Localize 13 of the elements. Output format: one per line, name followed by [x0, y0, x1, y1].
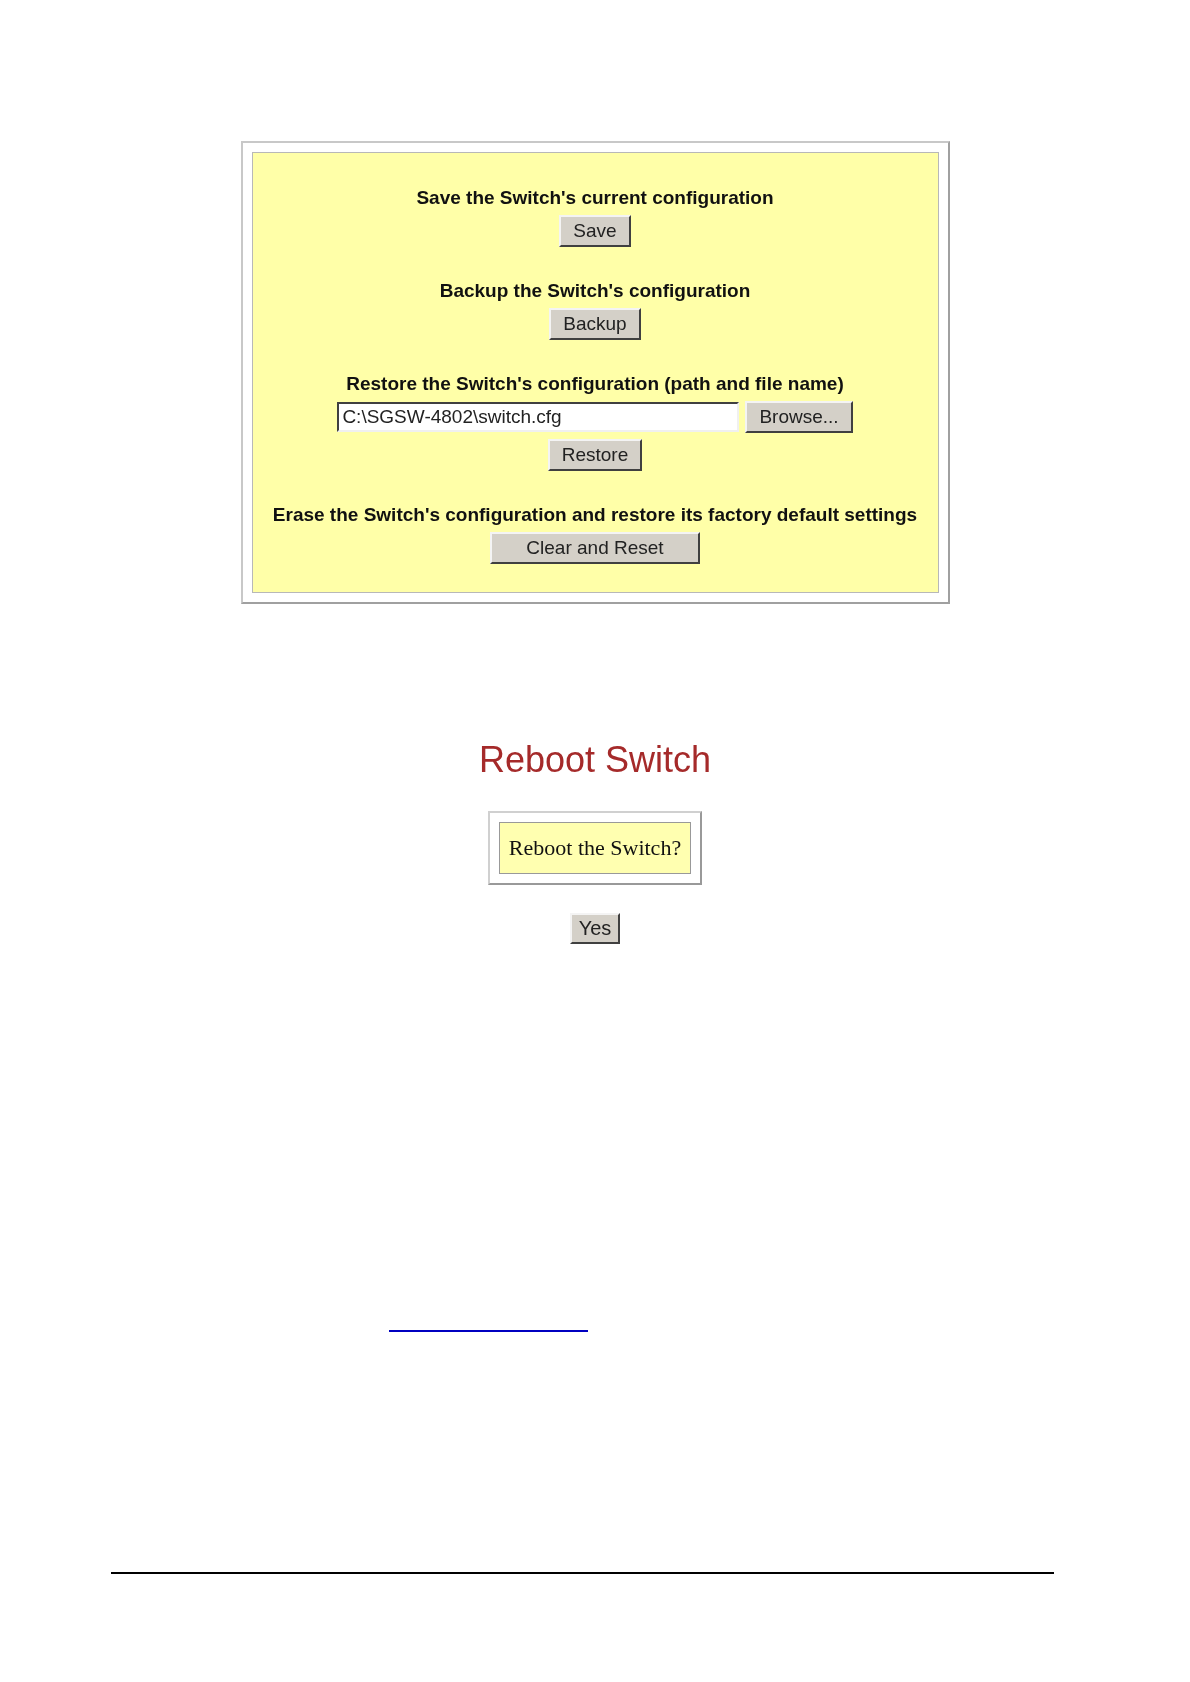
- section-label: Save the Switch's current configuration: [416, 187, 774, 209]
- section-label: Restore the Switch's configuration (path and file name): [346, 373, 844, 395]
- action-button[interactable]: Clear and Reset: [490, 532, 700, 564]
- file-path-field[interactable]: C:\SGSW-4802\switch.cfg: [337, 402, 740, 432]
- section-label: Erase the Switch's configuration and restore its factory default settings: [272, 504, 918, 526]
- reboot-prompt: Reboot the Switch?: [498, 822, 692, 874]
- restore-button[interactable]: Restore: [547, 439, 643, 471]
- action-button[interactable]: Backup: [549, 308, 641, 340]
- section-label: Backup the Switch's configuration: [439, 280, 751, 302]
- action-button[interactable]: Save: [559, 215, 631, 247]
- reboot-title: Reboot Switch: [478, 739, 712, 781]
- yes-button[interactable]: Yes: [569, 913, 621, 944]
- browse-button[interactable]: Browse...: [745, 401, 853, 433]
